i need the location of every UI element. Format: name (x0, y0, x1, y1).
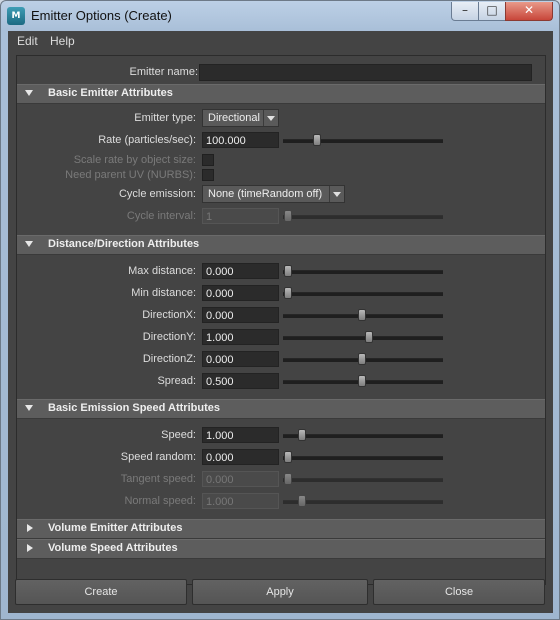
spread-slider-thumb[interactable] (358, 375, 366, 387)
collapse-triangle-icon (25, 241, 33, 247)
close-icon: ✕ (523, 3, 535, 17)
speed-slider-thumb[interactable] (298, 429, 306, 441)
direction-y-slider-thumb[interactable] (365, 331, 373, 343)
direction-y-label: DirectionY: (142, 331, 196, 343)
section-basic-emitter-label: Basic Emitter Attributes (48, 87, 173, 99)
spread-label: Spread: (157, 375, 196, 387)
cycle-emission-value: None (timeRandom off) (208, 188, 323, 200)
cycle-interval-slider-track[interactable] (283, 215, 443, 219)
maximize-button[interactable]: □ (478, 2, 506, 21)
section-emission-speed-label: Basic Emission Speed Attributes (48, 402, 220, 414)
section-distance-direction[interactable]: Distance/Direction Attributes (17, 235, 545, 255)
direction-x-label: DirectionX: (142, 309, 196, 321)
section-volume-emitter[interactable]: Volume Emitter Attributes (17, 519, 545, 539)
max-distance-label: Max distance: (128, 265, 196, 277)
speed-random-label: Speed random: (120, 451, 196, 463)
need-parent-uv-checkbox[interactable] (202, 169, 214, 181)
speed-random-slider-thumb[interactable] (284, 451, 292, 463)
direction-y-input[interactable]: 1.000 (202, 329, 279, 345)
rate-slider-track[interactable] (283, 139, 443, 143)
direction-x-slider-thumb[interactable] (358, 309, 366, 321)
section-volume-speed-label: Volume Speed Attributes (48, 542, 178, 554)
rate-input[interactable]: 100.000 (202, 132, 279, 148)
tangent-speed-slider-thumb[interactable] (284, 473, 292, 485)
max-distance-slider-track[interactable] (283, 270, 443, 274)
speed-random-slider-track[interactable] (283, 456, 443, 460)
collapse-triangle-icon (25, 90, 33, 96)
section-emission-speed[interactable]: Basic Emission Speed Attributes (17, 399, 545, 419)
tangent-speed-input[interactable]: 0.000 (202, 471, 279, 487)
minimize-icon: – (462, 3, 468, 17)
direction-z-slider-thumb[interactable] (358, 353, 366, 365)
minimize-button[interactable]: – (451, 2, 479, 21)
section-volume-speed[interactable]: Volume Speed Attributes (17, 539, 545, 559)
speed-random-input[interactable]: 0.000 (202, 449, 279, 465)
chevron-down-icon (329, 186, 344, 202)
section-basic-emitter[interactable]: Basic Emitter Attributes (17, 84, 545, 104)
emitter-type-dropdown[interactable]: Directional (202, 109, 279, 127)
cycle-interval-label: Cycle interval: (126, 210, 196, 222)
speed-slider-track[interactable] (283, 434, 443, 438)
menubar: Edit Help (8, 31, 553, 51)
expand-triangle-icon (27, 524, 33, 532)
direction-x-input[interactable]: 0.000 (202, 307, 279, 323)
close-window-button[interactable]: ✕ (505, 2, 553, 21)
cycle-emission-dropdown[interactable]: None (timeRandom off) (202, 185, 345, 203)
dialog-client: Edit Help Emitter name: Basic Emitter At… (8, 31, 553, 613)
cycle-emission-label: Cycle emission: (118, 188, 196, 200)
normal-speed-label: Normal speed: (124, 495, 196, 507)
section-volume-emitter-label: Volume Emitter Attributes (48, 522, 183, 534)
menu-edit[interactable]: Edit (17, 34, 38, 48)
maximize-icon: □ (486, 3, 498, 17)
options-panel: Emitter name: Basic Emitter Attributes E… (16, 55, 546, 585)
normal-speed-slider-thumb[interactable] (298, 495, 306, 507)
cycle-interval-slider-thumb[interactable] (284, 210, 292, 222)
spread-input[interactable]: 0.500 (202, 373, 279, 389)
min-distance-label: Min distance: (131, 287, 196, 299)
maya-app-icon: M (7, 7, 25, 25)
min-distance-slider-thumb[interactable] (284, 287, 292, 299)
direction-z-label: DirectionZ: (142, 353, 196, 365)
emitter-type-label: Emitter type: (134, 112, 196, 124)
apply-button[interactable]: Apply (192, 579, 368, 605)
chevron-down-icon (263, 110, 278, 126)
scale-rate-label: Scale rate by object size: (73, 154, 196, 166)
normal-speed-slider-track[interactable] (283, 500, 443, 504)
window-title: Emitter Options (Create) (31, 8, 172, 23)
expand-triangle-icon (27, 544, 33, 552)
close-button[interactable]: Close (373, 579, 545, 605)
tangent-speed-label: Tangent speed: (120, 473, 196, 485)
emitter-options-window: M Emitter Options (Create) – □ ✕ Edit He… (0, 0, 560, 620)
speed-input[interactable]: 1.000 (202, 427, 279, 443)
speed-label: Speed: (161, 429, 196, 441)
emitter-name-input[interactable] (199, 64, 532, 81)
title-bar[interactable]: M Emitter Options (Create) – □ ✕ (1, 1, 559, 31)
emitter-name-label: Emitter name: (129, 66, 198, 78)
max-distance-input[interactable]: 0.000 (202, 263, 279, 279)
min-distance-input[interactable]: 0.000 (202, 285, 279, 301)
create-button[interactable]: Create (15, 579, 187, 605)
emitter-type-value: Directional (208, 112, 260, 124)
direction-y-slider-track[interactable] (283, 336, 443, 340)
rate-label: Rate (particles/sec): (98, 134, 196, 146)
direction-z-input[interactable]: 0.000 (202, 351, 279, 367)
tangent-speed-slider-track[interactable] (283, 478, 443, 482)
section-distance-direction-label: Distance/Direction Attributes (48, 238, 200, 250)
normal-speed-input[interactable]: 1.000 (202, 493, 279, 509)
collapse-triangle-icon (25, 405, 33, 411)
max-distance-slider-thumb[interactable] (284, 265, 292, 277)
scale-rate-checkbox[interactable] (202, 154, 214, 166)
rate-slider-thumb[interactable] (313, 134, 321, 146)
menu-help[interactable]: Help (50, 34, 75, 48)
need-parent-uv-label: Need parent UV (NURBS): (65, 169, 196, 181)
min-distance-slider-track[interactable] (283, 292, 443, 296)
cycle-interval-input[interactable]: 1 (202, 208, 279, 224)
